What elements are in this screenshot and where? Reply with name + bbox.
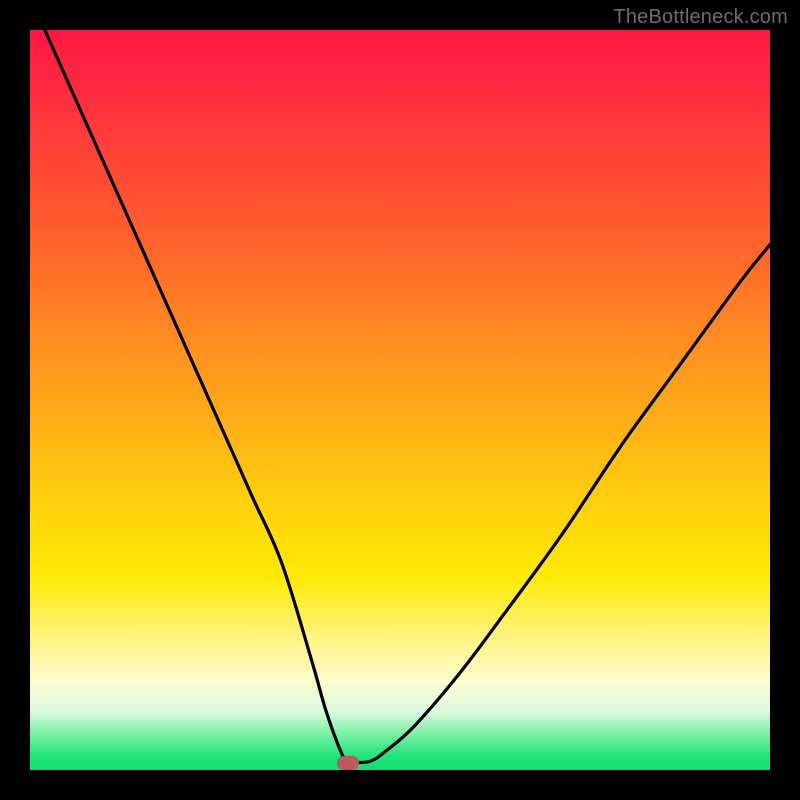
plot-area [30, 30, 770, 770]
optimal-point-marker [337, 756, 359, 770]
chart-frame: TheBottleneck.com [0, 0, 800, 800]
watermark-text: TheBottleneck.com [613, 6, 788, 29]
curve-svg [30, 30, 770, 770]
bottleneck-curve [45, 30, 770, 764]
